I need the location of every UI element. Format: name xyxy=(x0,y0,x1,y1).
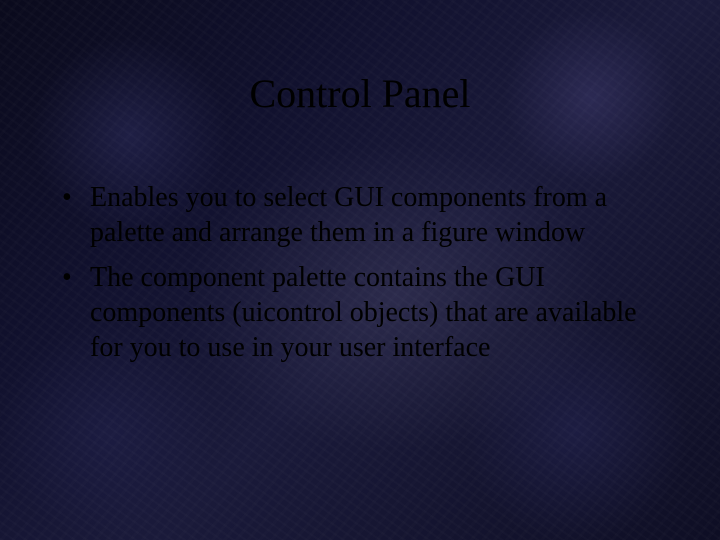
bullet-list: Enables you to select GUI components fro… xyxy=(58,180,660,365)
slide: Control Panel Enables you to select GUI … xyxy=(0,0,720,540)
list-item: Enables you to select GUI components fro… xyxy=(58,180,660,250)
slide-title: Control Panel xyxy=(0,70,720,117)
list-item: The component palette contains the GUI c… xyxy=(58,260,660,365)
slide-body: Enables you to select GUI components fro… xyxy=(58,180,660,375)
